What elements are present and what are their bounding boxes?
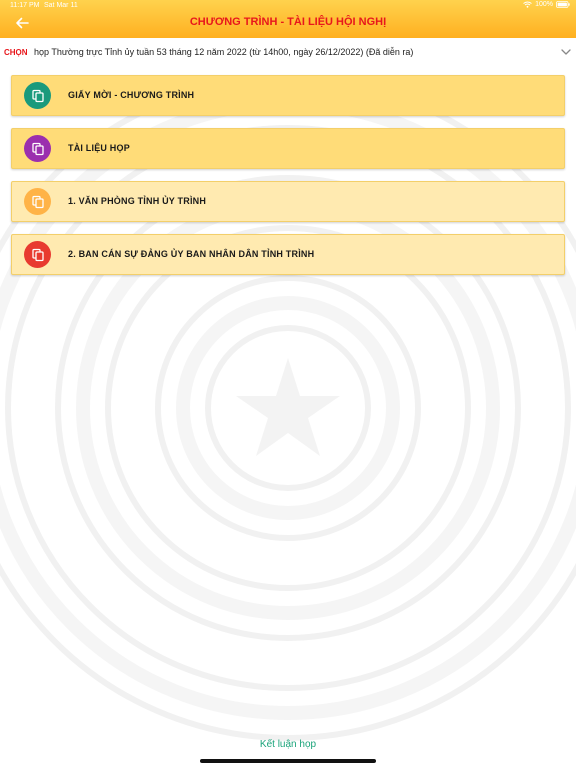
wifi-icon [523, 1, 532, 8]
header: 11:17 PM Sat Mar 11 100% CHƯƠNG TRÌNH - … [0, 0, 576, 38]
menu-list: GIẤY MỜI - CHƯƠNG TRÌNH TÀI LIỆU HỌP 1. … [11, 75, 565, 287]
selector-value: họp Thường trực Tỉnh ủy tuần 53 tháng 12… [34, 47, 414, 57]
status-right: 100% [523, 1, 570, 8]
item-label: TÀI LIỆU HỌP [68, 143, 130, 153]
status-date: Sat Mar 11 [44, 2, 78, 9]
copy-icon [31, 248, 44, 261]
home-indicator[interactable] [200, 759, 376, 763]
copy-icon [31, 195, 44, 208]
menu-item-provincial-office[interactable]: 1. VĂN PHÒNG TỈNH ỦY TRÌNH [11, 181, 565, 222]
menu-item-meeting-documents[interactable]: TÀI LIỆU HỌP [11, 128, 565, 169]
item-icon [24, 135, 51, 162]
item-label: 2. BAN CÁN SỰ ĐẢNG ỦY BAN NHÂN DÂN TỈNH … [68, 249, 315, 259]
meeting-selector[interactable]: CHỌN họp Thường trực Tỉnh ủy tuần 53 thá… [0, 38, 576, 68]
item-icon [24, 241, 51, 268]
chevron-down-icon [561, 49, 571, 55]
item-icon [24, 82, 51, 109]
status-bar: 11:17 PM Sat Mar 11 100% [0, 0, 576, 12]
copy-icon [31, 142, 44, 155]
menu-item-peoples-committee[interactable]: 2. BAN CÁN SỰ ĐẢNG ỦY BAN NHÂN DÂN TỈNH … [11, 234, 565, 275]
page-title: CHƯƠNG TRÌNH - TÀI LIỆU HỘI NGHỊ [189, 16, 387, 28]
selector-label: CHỌN [4, 48, 28, 57]
copy-icon [31, 89, 44, 102]
item-label: 1. VĂN PHÒNG TỈNH ỦY TRÌNH [68, 196, 207, 206]
status-time: 11:17 PM [10, 2, 40, 9]
battery-percent: 100% [535, 1, 553, 8]
battery-icon [556, 1, 570, 8]
item-label: GIẤY MỜI - CHƯƠNG TRÌNH [68, 90, 195, 100]
item-icon [24, 188, 51, 215]
meeting-conclusion-link[interactable]: Kết luận họp [0, 739, 576, 750]
menu-item-invitation-program[interactable]: GIẤY MỜI - CHƯƠNG TRÌNH [11, 75, 565, 116]
